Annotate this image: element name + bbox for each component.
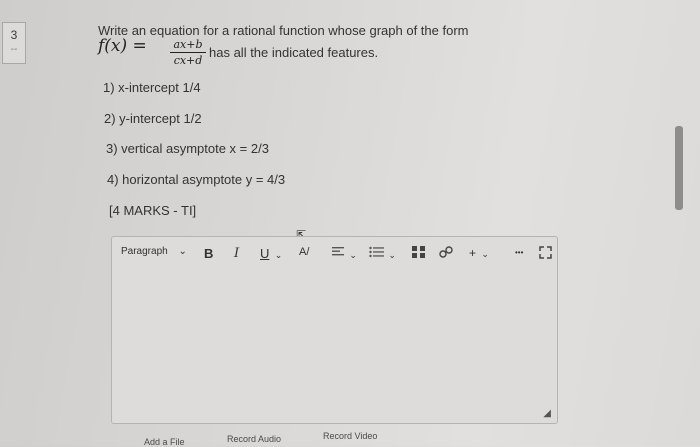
underline-label: U	[260, 246, 270, 261]
spellcheck-button[interactable]: A/	[299, 246, 309, 258]
underline-button[interactable]: U ⌄	[260, 246, 282, 261]
question-prompt-continued: has all the indicated features.	[209, 45, 379, 60]
question-number-sub: --	[10, 44, 18, 55]
paragraph-format-select[interactable]: Paragraph ⌄	[121, 246, 187, 257]
link-icon	[439, 246, 453, 258]
record-video-button[interactable]: Record Video	[323, 431, 377, 441]
answer-text-area[interactable]	[113, 271, 556, 422]
fraction-bar	[170, 52, 206, 53]
chevron-down-icon: ⌄	[481, 249, 489, 259]
fullscreen-button[interactable]	[539, 246, 552, 262]
insert-menu-button[interactable]: + ⌄	[469, 246, 489, 260]
align-left-icon	[332, 247, 344, 256]
fraction-denominator: cx+d	[173, 54, 203, 67]
feature-x-intercept: 1) x-intercept 1/4	[103, 80, 201, 95]
chevron-down-icon: ⌄	[178, 246, 187, 257]
question-number-value: 3	[10, 28, 18, 42]
media-grid-icon	[412, 246, 425, 258]
more-options-button[interactable]: •••	[515, 248, 523, 257]
answer-editor: Paragraph ⌄ B I U ⌄ A/ ⌄ ⌄ + ⌄ ••• ◢	[111, 236, 558, 424]
question-prompt: Write an equation for a rational functio…	[98, 23, 469, 38]
question-number: 3 --	[2, 22, 26, 64]
list-button[interactable]: ⌄	[369, 246, 396, 261]
insert-link-button[interactable]	[439, 246, 453, 261]
question-marks: [4 MARKS - TI]	[109, 203, 197, 218]
align-button[interactable]: ⌄	[332, 246, 357, 261]
chevron-down-icon: ⌄	[349, 250, 357, 260]
feature-y-intercept: 2) y-intercept 1/2	[104, 111, 202, 126]
paragraph-format-label: Paragraph	[121, 246, 168, 257]
fraction-numerator: ax+b	[173, 38, 203, 51]
page-scrollbar[interactable]	[675, 126, 683, 210]
chevron-down-icon: ⌄	[274, 250, 283, 260]
resize-handle-icon[interactable]: ◢	[543, 408, 551, 419]
editor-toolbar: Paragraph ⌄ B I U ⌄ A/ ⌄ ⌄ + ⌄ •••	[112, 237, 557, 271]
italic-button[interactable]: I	[234, 246, 239, 261]
bullet-list-icon	[369, 246, 384, 258]
record-audio-button[interactable]: Record Audio	[227, 434, 281, 444]
function-fraction: ax+b cx+d	[170, 38, 206, 67]
feature-vertical-asymptote: 3) vertical asymptote x = 2/3	[106, 141, 269, 156]
function-lhs: f(x) =	[98, 36, 147, 56]
bold-button[interactable]: B	[204, 246, 213, 261]
chevron-down-icon: ⌄	[388, 250, 396, 260]
insert-media-button[interactable]	[412, 246, 426, 261]
fullscreen-icon	[539, 246, 552, 259]
feature-horizontal-asymptote: 4) horizontal asymptote y = 4/3	[107, 172, 286, 187]
plus-icon: +	[469, 246, 477, 260]
